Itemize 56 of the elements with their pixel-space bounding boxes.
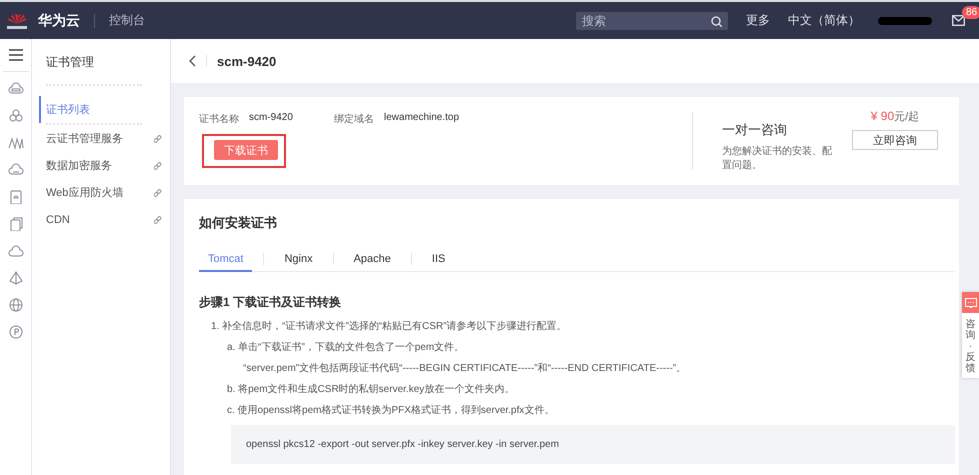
price: ¥ 90 [870,109,894,123]
field-label: 绑定域名 [334,112,374,126]
step-title: 步骤1 下载证书及证书转换 [199,294,342,311]
server-tab[interactable]: Apache [344,247,400,272]
console-link[interactable]: 控制台 [109,12,145,29]
field-label: 证书名称 [199,112,239,126]
brand-name[interactable]: 华为云 [38,12,80,30]
sidebar-item[interactable]: 证书列表 [39,96,170,123]
sidebar-item[interactable]: 云证书管理服务 [46,125,170,152]
server-tab[interactable]: Nginx [275,247,322,272]
circle-icon[interactable] [8,325,24,339]
document-icon[interactable] [8,190,24,204]
server-tab[interactable]: IIS [422,247,454,272]
cloud-icon[interactable] [8,244,24,258]
instruction-text: a. 单击“下载证书”，下载的文件包含了一个pem文件。 [227,340,466,355]
instruction-text: b. 将pem文件和生成CSR时的私钥server.key放在一个文件夹内。 [227,382,516,397]
instruction-text: c. 使用openssl将pem格式证书转换为PFX格式证书，得到server.pfx文件。 [227,404,556,418]
search-icon [711,16,722,26]
mail-icon[interactable] [952,15,965,26]
link-icon[interactable] [154,134,162,142]
server-tab[interactable]: Tomcat [199,247,252,272]
consult-description: 为您解决证书的安装、配置问题。 [722,145,833,173]
cloud-icon[interactable] [8,163,24,177]
sidebar-item[interactable]: CDN [46,206,170,233]
language-menu[interactable]: 中文（简体） [788,12,860,29]
more-menu[interactable]: 更多 [746,12,770,29]
chat-icon[interactable] [964,298,976,308]
notification-badge: 86 [962,6,979,19]
price-unit: 元/起 [894,110,920,124]
instruction-text: “server.pem”文件包括两段证书代码“-----BEGIN CERTIFICATE-----”和“-----END CERTIFICATE-----”。 [243,362,688,376]
section-title: 如何安装证书 [199,214,278,232]
feedback-header[interactable] [962,292,979,313]
documents-icon[interactable] [8,217,24,231]
instruction-text: 1. 补全信息时，“证书请求文件”选择的“粘贴已有CSR”请参考以下步骤进行配置。 [211,320,568,334]
peaks-icon[interactable] [8,136,24,150]
link-icon[interactable] [154,188,162,196]
consult-title: 一对一咨询 [722,121,788,139]
redaction-bar [878,16,932,24]
page-title: scm-9420 [217,54,276,68]
logo-icon [6,12,28,30]
cloud-icon[interactable] [8,82,24,96]
code-block: openssl pkcs12 -export -out server.pfx -inkey server.key -in server.pem [231,425,955,464]
sidebar-item[interactable]: Web应用防火墙 [46,179,170,206]
pyramid-icon[interactable] [8,271,24,285]
consult-button[interactable]: 立即咨询 [852,130,938,150]
menu-icon[interactable] [8,48,24,62]
cluster-icon[interactable] [8,109,24,123]
field-value: lewamechine.top [384,112,460,125]
sidebar-title: 证书管理 [46,54,95,71]
back-icon[interactable] [189,55,207,67]
field-value: scm-9420 [249,112,293,125]
globe-icon[interactable] [8,298,24,312]
link-icon[interactable] [154,162,162,170]
search-field[interactable]: 搜索 [576,12,728,30]
link-icon[interactable] [154,216,162,224]
sidebar-item[interactable]: 数据加密服务 [46,152,170,179]
